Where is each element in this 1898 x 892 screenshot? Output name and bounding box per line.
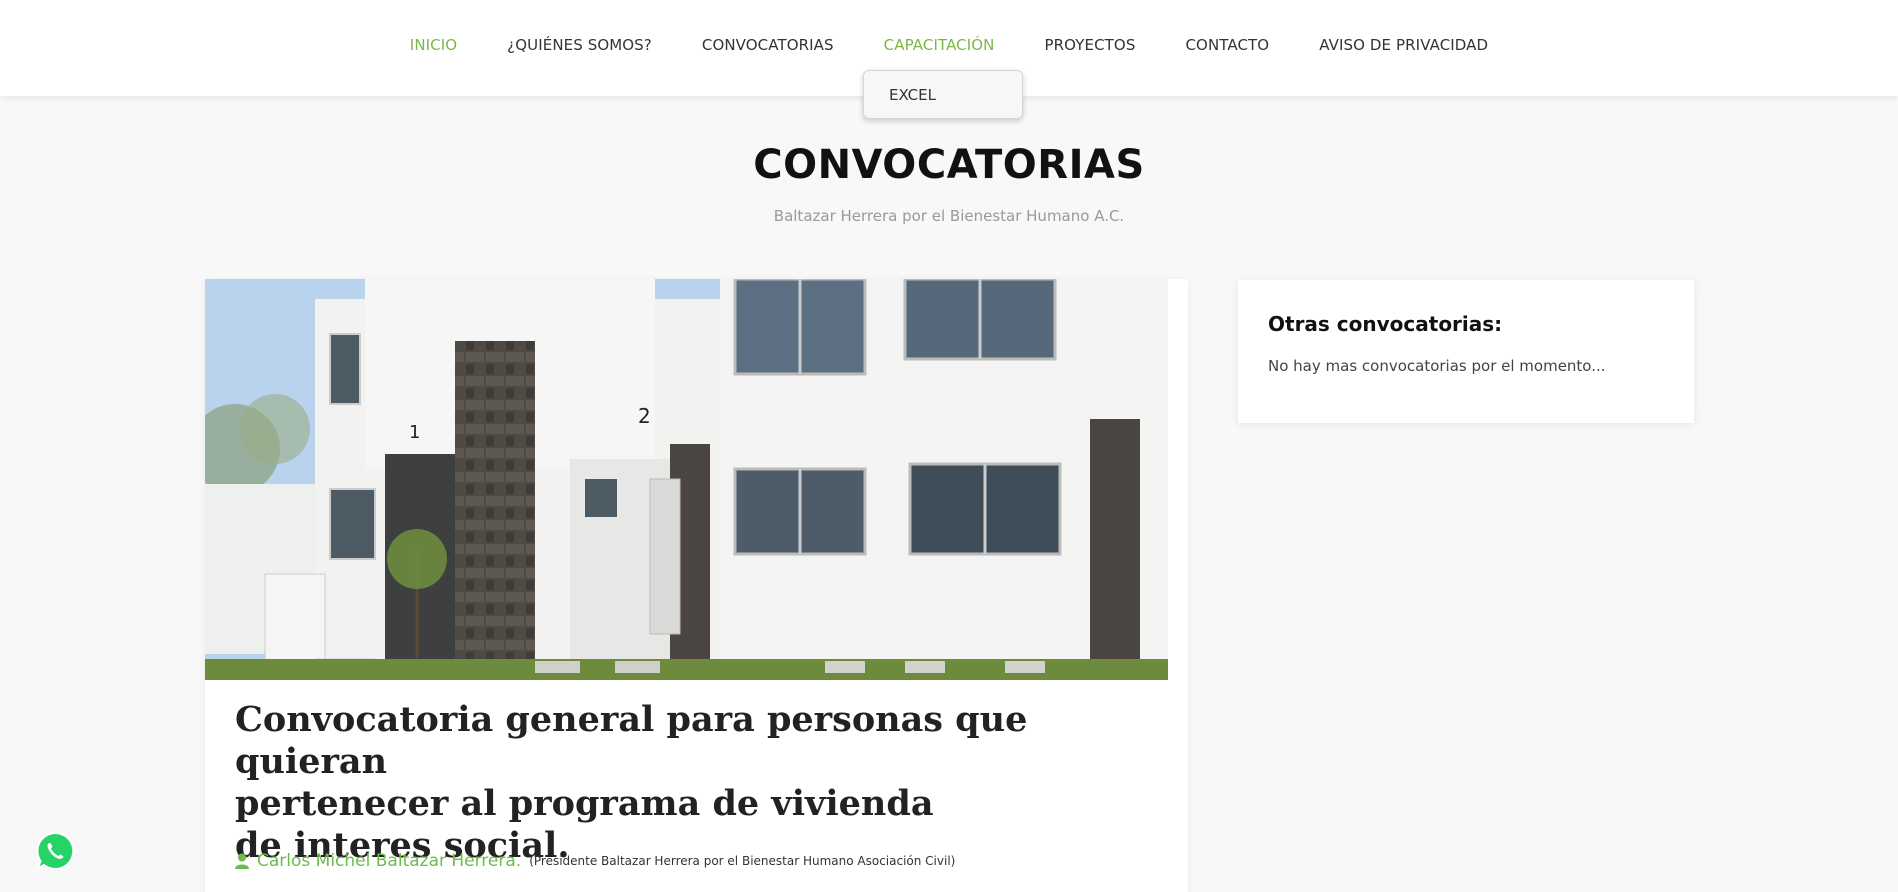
nav-proyectos[interactable]: PROYECTOS [1045,36,1136,54]
sidebar-other-calls: Otras convocatorias: No hay mas convocat… [1238,280,1694,423]
nav-capacitacion[interactable]: CAPACITACIÓN [884,36,995,54]
house-number-2: 2 [638,404,651,428]
whatsapp-icon [36,831,75,871]
sidebar-empty-message: No hay mas convocatorias por el momento.… [1268,357,1606,375]
dropdown-item-excel[interactable]: EXCEL [889,86,936,104]
post-title: Convocatoria general para personas que q… [235,699,1135,867]
nav-quienes-somos[interactable]: ¿QUIÉNES SOMOS? [507,36,652,54]
house-number-1: 1 [409,422,420,443]
post-card: 1 2 Convocatoria general para personas q… [205,279,1188,892]
post-title-line: pertenecer al programa de vivienda [235,783,934,824]
nav-aviso-privacidad[interactable]: AVISO DE PRIVACIDAD [1319,36,1488,54]
main-nav: INICIO ¿QUIÉNES SOMOS? CONVOCATORIAS CAP… [0,36,1898,54]
capacitacion-dropdown: EXCEL [863,70,1023,119]
author-name-link[interactable]: Carlos Michel Baltazar Herrera. [257,851,521,871]
nav-convocatorias[interactable]: CONVOCATORIAS [702,36,834,54]
author-role: (Presidente Baltazar Herrera por el Bien… [529,854,956,868]
sidebar-title: Otras convocatorias: [1268,312,1503,336]
nav-inicio[interactable]: INICIO [410,36,457,54]
user-icon [235,853,249,869]
page-title: CONVOCATORIAS [753,142,1145,188]
author-row: Carlos Michel Baltazar Herrera. (Preside… [235,851,955,871]
nav-contacto[interactable]: CONTACTO [1185,36,1269,54]
post-image-house: 1 2 [205,279,1168,680]
post-title-line: Convocatoria general para personas que q… [235,699,1028,782]
page-subtitle: Baltazar Herrera por el Bienestar Humano… [773,207,1125,225]
whatsapp-button[interactable] [35,831,75,871]
